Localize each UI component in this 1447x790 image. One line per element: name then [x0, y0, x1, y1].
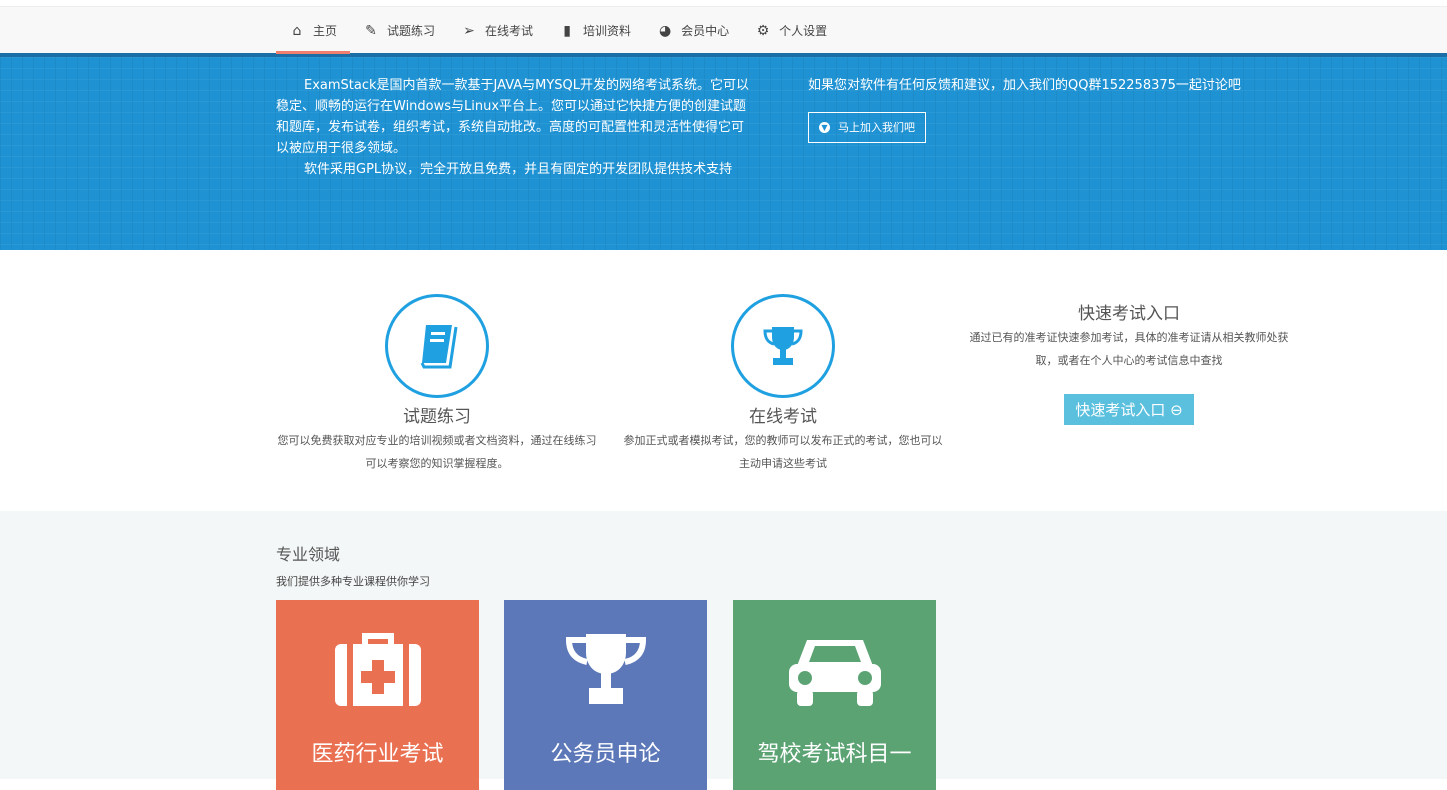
intro-banner: ExamStack是国内首款一款基于JAVA与MYSQL开发的网络考试系统。它可…	[0, 57, 1447, 250]
nav-item-4[interactable]: ◕ 会员中心	[644, 7, 742, 54]
fields-title: 专业领域	[276, 545, 341, 564]
nav-item-label: 个人设置	[779, 24, 828, 38]
quick-exam-button[interactable]: 快速考试入口 ⊖	[1064, 394, 1194, 425]
medkit-icon	[334, 633, 421, 706]
home-icon: ⌂	[292, 22, 302, 39]
exam-icon-circle[interactable]	[731, 294, 835, 398]
nav-item-label: 在线考试	[485, 24, 534, 38]
nav-item-label: 主页	[313, 24, 338, 38]
trophy-icon	[763, 327, 803, 365]
field-card-label: 公务员申论	[550, 742, 661, 767]
nav-item-5[interactable]: ⚙ 个人设置	[742, 7, 840, 54]
nav-item-label: 试题练习	[387, 24, 436, 38]
field-card-driving[interactable]: 驾校考试科目一	[733, 600, 936, 790]
field-card-civil-service[interactable]: 公务员申论	[504, 600, 707, 790]
practice-title: 试题练习	[403, 407, 471, 427]
paper-plane-icon: ➢	[463, 22, 475, 39]
field-card-label: 医药行业考试	[311, 742, 444, 767]
nav-item-0[interactable]: ⌂ 主页	[276, 7, 351, 54]
join-us-button[interactable]: ▼ 马上加入我们吧	[808, 112, 926, 143]
cogs-icon: ⚙	[756, 22, 770, 39]
quick-exam-title: 快速考试入口	[1078, 304, 1180, 324]
fields-subtitle: 我们提供多种专业课程供你学习	[276, 575, 430, 588]
chevron-circle-right-icon: ⊖	[1170, 401, 1183, 419]
join-us-label: 马上加入我们吧	[838, 121, 915, 134]
exam-title: 在线考试	[749, 407, 817, 427]
quick-exam-desc: 通过已有的准考证快速参加考试，具体的准考证请从相关教师处获取，或者在个人中心的考…	[969, 331, 1289, 367]
nav-item-1[interactable]: ✎ 试题练习	[350, 7, 448, 54]
exam-desc: 参加正式或者模拟考试，您的教师可以发布正式的考试，您也可以主动申请这些考试	[623, 434, 943, 470]
nav-item-label: 培训资料	[583, 24, 632, 38]
car-icon	[788, 640, 881, 706]
edit-icon: ✎	[365, 22, 377, 39]
book-icon	[420, 325, 458, 369]
intro-paragraph-2: 软件采用GPL协议，完全开放且免费，并且有固定的开发团队提供技术支持	[304, 162, 733, 177]
trophy-icon	[565, 634, 646, 704]
features-section: 试题练习 您可以免费获取对应专业的培训视频或者文档资料，通过在线练习可以考察您的…	[0, 250, 1447, 511]
navbar: ⌂ 主页 ✎ 试题练习 ➢ 在线考试 ▮ 培训资料 ◕ 会员中心 ⚙ 个人设置	[0, 6, 1447, 54]
arrow-circle-down-icon: ▼	[819, 122, 830, 133]
feedback-text: 如果您对软件有任何反馈和建议，加入我们的QQ群152258375一起讨论吧	[808, 78, 1241, 93]
fields-section: 专业领域 我们提供多种专业课程供你学习 医药行业考试 公务员申论 驾校考试科目一	[0, 511, 1447, 790]
feature-quick-exam: 快速考试入口 通过已有的准考证快速参加考试，具体的准考证请从相关教师处获取，或者…	[968, 296, 1290, 425]
nav-item-3[interactable]: ▮ 培训资料	[546, 7, 644, 54]
quick-exam-button-label: 快速考试入口	[1075, 401, 1166, 419]
book-icon: ▮	[563, 22, 571, 39]
feature-practice: 试题练习 您可以免费获取对应专业的培训视频或者文档资料，通过在线练习可以考察您的…	[276, 294, 598, 475]
feature-exam: 在线考试 参加正式或者模拟考试，您的教师可以发布正式的考试，您也可以主动申请这些…	[622, 294, 944, 475]
intro-paragraph-1: ExamStack是国内首款一款基于JAVA与MYSQL开发的网络考试系统。它可…	[276, 78, 750, 156]
dashboard-icon: ◕	[658, 22, 672, 39]
practice-icon-circle[interactable]	[385, 294, 489, 398]
practice-desc: 您可以免费获取对应专业的培训视频或者文档资料，通过在线练习可以考察您的知识掌握程…	[277, 434, 597, 470]
intro-text: ExamStack是国内首款一款基于JAVA与MYSQL开发的网络考试系统。它可…	[276, 75, 756, 180]
field-card-medical[interactable]: 医药行业考试	[276, 600, 479, 790]
nav-item-label: 会员中心	[681, 24, 730, 38]
field-card-label: 驾校考试科目一	[757, 742, 912, 767]
nav-item-2[interactable]: ➢ 在线考试	[448, 7, 546, 54]
